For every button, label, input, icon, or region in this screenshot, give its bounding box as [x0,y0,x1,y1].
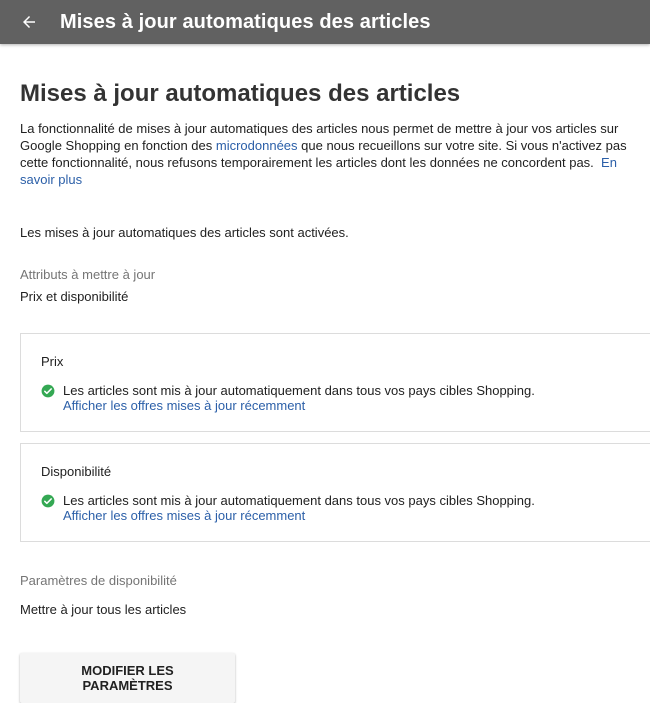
page-title: Mises à jour automatiques des articles [20,80,461,107]
status-text: Les mises à jour automatiques des articl… [20,225,349,240]
main-content: Mises à jour automatiques des articles L… [0,80,650,703]
availability-settings-value: Mettre à jour tous les articles [20,602,187,617]
availability-card: Disponibilité Les articles sont mis à jo… [20,443,650,542]
back-button[interactable] [18,11,40,33]
check-circle-icon [41,494,55,508]
card-title: Disponibilité [41,464,112,479]
attributes-value: Prix et disponibilité [20,289,129,304]
card-body: Les articles sont mis à jour automatique… [63,383,535,413]
price-card: Prix Les articles sont mis à jour automa… [20,333,650,432]
check-circle-icon [41,384,55,398]
attributes-label: Attributs à mettre à jour [20,267,156,282]
microdata-link[interactable]: microdonnées [216,138,298,153]
modify-settings-button[interactable]: MODIFIER LES PARAMÈTRES [20,653,235,703]
view-updated-offers-link[interactable]: Afficher les offres mises à jour récemme… [63,508,535,523]
card-text: Les articles sont mis à jour automatique… [63,383,535,398]
availability-settings-label: Paramètres de disponibilité [20,573,177,588]
card-body: Les articles sont mis à jour automatique… [63,493,535,523]
card-row: Les articles sont mis à jour automatique… [41,493,630,523]
view-updated-offers-link[interactable]: Afficher les offres mises à jour récemme… [63,398,535,413]
top-app-bar: Mises à jour automatiques des articles [0,0,650,44]
page-description: La fonctionnalité de mises à jour automa… [20,120,630,188]
card-title: Prix [41,354,64,369]
header-title: Mises à jour automatiques des articles [60,10,431,33]
card-row: Les articles sont mis à jour automatique… [41,383,630,413]
card-text: Les articles sont mis à jour automatique… [63,493,535,508]
arrow-back-icon [23,16,35,28]
